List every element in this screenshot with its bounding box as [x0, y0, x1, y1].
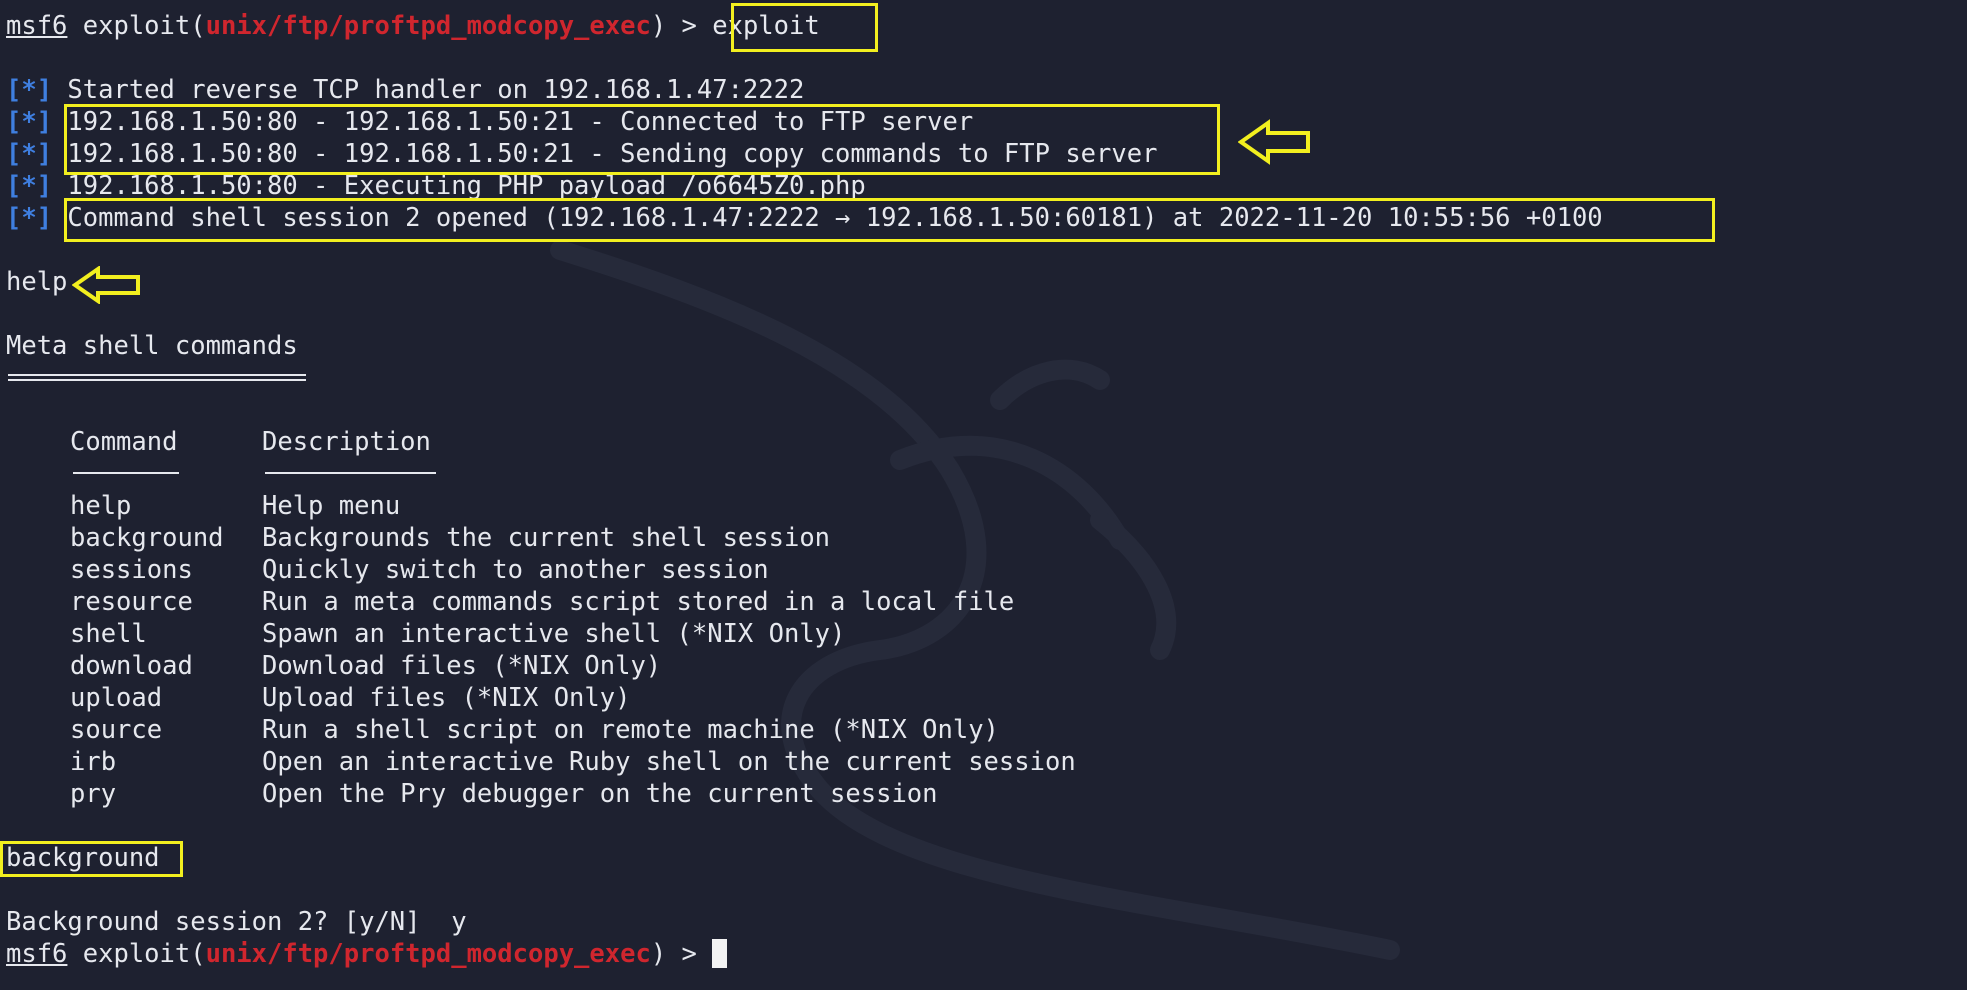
prompt-command-close: ) >: [650, 11, 713, 41]
arrow-left-icon: [1238, 119, 1310, 165]
table-row-command: pry: [70, 779, 117, 809]
status-prefix: [*]: [6, 107, 53, 137]
terminal-window[interactable]: msf6 exploit(unix/ftp/proftpd_modcopy_ex…: [0, 0, 1967, 990]
output-line-1: [*] Started reverse TCP handler on 192.1…: [6, 74, 804, 106]
table-row-command: source: [70, 715, 163, 745]
status-prefix: [*]: [6, 171, 53, 201]
prompt-module: unix/ftp/proftpd_modcopy_exec: [205, 939, 651, 969]
table-row-description: Run a shell script on remote machine (*N…: [262, 715, 999, 745]
command-header-underline: [73, 472, 179, 474]
table-row-command: resource: [70, 587, 193, 617]
highlight-background: [0, 841, 183, 877]
help-command: help: [6, 267, 68, 297]
help-section-title: Meta shell commands: [6, 331, 298, 361]
status-prefix: [*]: [6, 75, 53, 105]
prompt-user: msf6: [6, 11, 68, 41]
table-row-command: irb: [70, 747, 117, 777]
table-row-command: sessions: [70, 555, 193, 585]
text-cursor[interactable]: [712, 939, 728, 968]
table-row-description: Open an interactive Ruby shell on the cu…: [262, 747, 1076, 777]
prompt-command-open: exploit(: [67, 939, 206, 969]
prompt-command-close: ) >: [650, 939, 713, 969]
prompt-line-1: msf6 exploit(unix/ftp/proftpd_modcopy_ex…: [6, 10, 820, 42]
background-confirmation: Background session 2? [y/N] y: [6, 907, 467, 937]
column-header-description: Description: [262, 427, 431, 457]
table-row-description: Download files (*NIX Only): [262, 651, 662, 681]
table-row-description: Spawn an interactive shell (*NIX Only): [262, 619, 846, 649]
table-row-description: Run a meta commands script stored in a l…: [262, 587, 1015, 617]
table-row-description: Backgrounds the current shell session: [262, 523, 831, 553]
table-row-command: upload: [70, 683, 163, 713]
arrow-left-icon: [72, 266, 140, 304]
status-prefix: [*]: [6, 139, 53, 169]
title-double-underline: [8, 374, 306, 381]
table-row-description: Help menu: [262, 491, 401, 521]
table-row-description: Quickly switch to another session: [262, 555, 769, 585]
table-row-command: help: [70, 491, 132, 521]
table-row-command: shell: [70, 619, 147, 649]
highlight-exploit: [731, 3, 878, 52]
column-header-command: Command: [70, 427, 178, 457]
highlight-session-opened: [64, 198, 1715, 242]
output-text: Started reverse TCP handler on 192.168.1…: [67, 75, 805, 105]
highlight-ftp-lines: [64, 104, 1220, 175]
output-text: 192.168.1.50:80 - Executing PHP payload …: [67, 171, 866, 201]
prompt-line-final[interactable]: msf6 exploit(unix/ftp/proftpd_modcopy_ex…: [6, 938, 728, 970]
description-header-underline: [265, 472, 436, 474]
table-row-description: Upload files (*NIX Only): [262, 683, 631, 713]
prompt-module: unix/ftp/proftpd_modcopy_exec: [205, 11, 651, 41]
prompt-user: msf6: [6, 939, 68, 969]
table-row-command: download: [70, 651, 193, 681]
table-row-description: Open the Pry debugger on the current ses…: [262, 779, 938, 809]
status-prefix: [*]: [6, 203, 53, 233]
prompt-command-open: exploit(: [67, 11, 206, 41]
table-row-command: background: [70, 523, 224, 553]
